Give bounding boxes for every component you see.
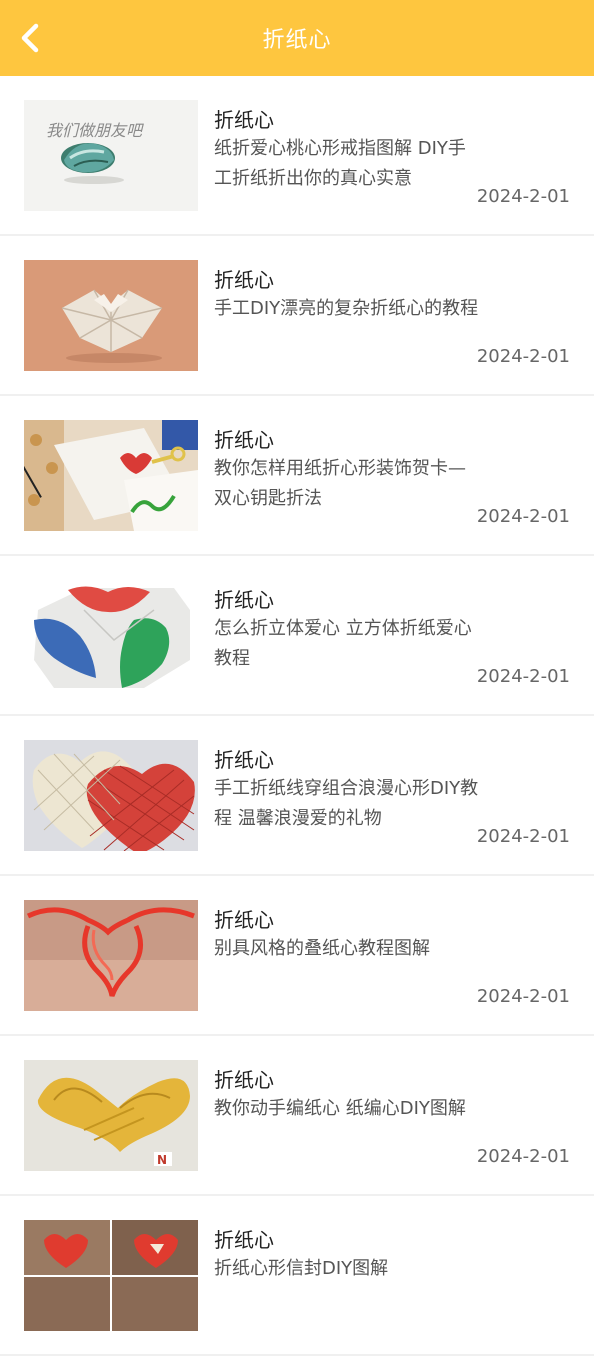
thumbnail-image: 我们做朋友吧	[24, 100, 198, 211]
list-item[interactable]: 折纸心 教你怎样用纸折心形装饰贺卡—双心钥匙折法 2024-2-01	[0, 396, 594, 556]
item-title: 折纸心	[214, 1228, 274, 1252]
thumbnail-image: N	[24, 1060, 198, 1171]
item-title: 折纸心	[214, 428, 274, 452]
list-item[interactable]: 折纸心 怎么折立体爱心 立方体折纸爱心教程 2024-2-01	[0, 556, 594, 716]
item-description: 别具风格的叠纸心教程图解	[214, 938, 430, 959]
list-item[interactable]: 折纸心 手工DIY漂亮的复杂折纸心的教程 2024-2-01	[0, 236, 594, 396]
item-title: 折纸心	[214, 108, 274, 132]
item-description: 手工折纸线穿组合浪漫心形DIY教程 温馨浪漫爱的礼物	[214, 778, 479, 829]
item-date: 2024-2-01	[476, 186, 570, 207]
thumbnail-handwriting: 我们做朋友吧	[46, 121, 144, 140]
list-item[interactable]: 我们做朋友吧 折纸心 纸折爱心桃心形戒指图解 DIY手工折纸折出你的真心实意 2…	[0, 76, 594, 236]
item-title: 折纸心	[214, 748, 274, 772]
item-date: 2024-2-01	[476, 506, 570, 527]
item-description: 手工DIY漂亮的复杂折纸心的教程	[214, 298, 479, 319]
list-item[interactable]: N 折纸心 教你动手编纸心 纸编心DIY图解 2024-2-01	[0, 1036, 594, 1196]
item-description: 教你怎样用纸折心形装饰贺卡—双心钥匙折法	[214, 458, 466, 509]
back-button[interactable]	[14, 20, 46, 56]
item-date: 2024-2-01	[476, 1146, 570, 1167]
thumbnail-image	[24, 580, 198, 691]
page-title: 折纸心	[262, 28, 332, 53]
list-item[interactable]: 折纸心 手工折纸线穿组合浪漫心形DIY教程 温馨浪漫爱的礼物 2024-2-01	[0, 716, 594, 876]
item-date: 2024-2-01	[476, 826, 570, 847]
item-date: 2024-2-01	[476, 346, 570, 367]
thumbnail-image	[24, 740, 198, 851]
top-bar: 折纸心	[0, 0, 594, 76]
item-date: 2024-2-01	[476, 986, 570, 1007]
list-item[interactable]: 折纸心 别具风格的叠纸心教程图解 2024-2-01	[0, 876, 594, 1036]
list-item[interactable]: 折纸心 折纸心形信封DIY图解	[0, 1196, 594, 1356]
item-title: 折纸心	[214, 588, 274, 612]
item-description: 纸折爱心桃心形戒指图解 DIY手工折纸折出你的真心实意	[214, 138, 466, 189]
item-date: 2024-2-01	[476, 666, 570, 687]
thumbnail-image	[24, 1220, 198, 1331]
thumbnail-image	[24, 900, 198, 1011]
item-title: 折纸心	[214, 268, 274, 292]
chevron-left-icon	[21, 23, 39, 53]
item-title: 折纸心	[214, 908, 274, 932]
item-title: 折纸心	[214, 1068, 274, 1092]
svg-text:N: N	[157, 1153, 167, 1167]
item-description: 教你动手编纸心 纸编心DIY图解	[214, 1098, 466, 1119]
thumbnail-image	[24, 420, 198, 531]
thumbnail-image	[24, 260, 198, 371]
item-description: 怎么折立体爱心 立方体折纸爱心教程	[214, 618, 472, 669]
